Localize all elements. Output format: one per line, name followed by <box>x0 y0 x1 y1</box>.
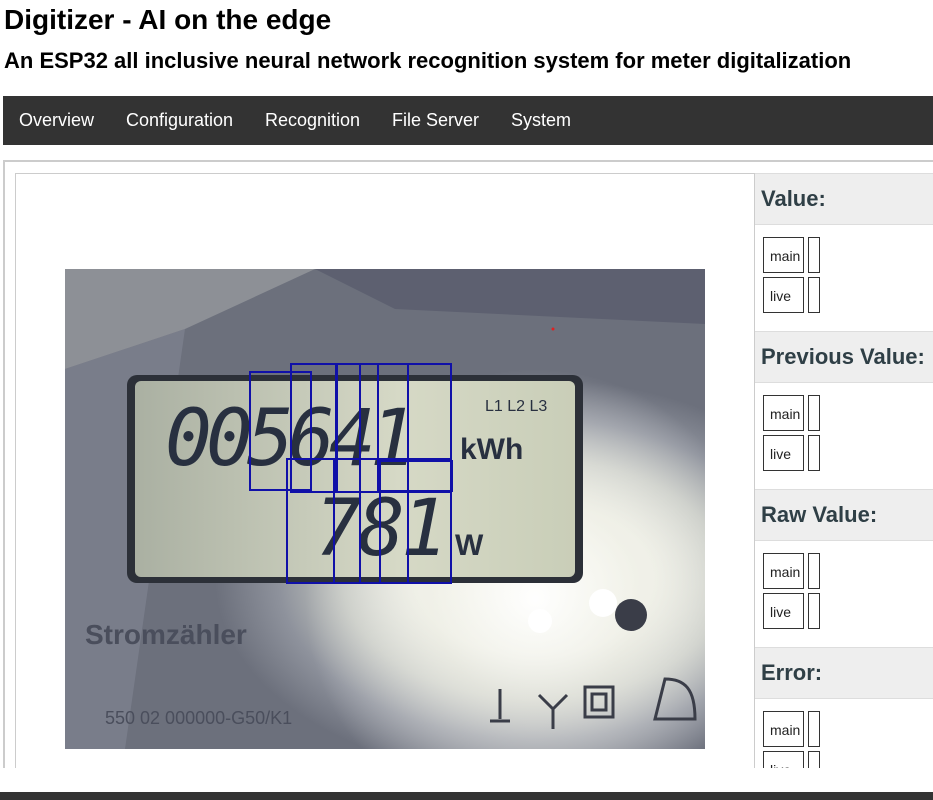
row-value <box>808 593 820 629</box>
row-value <box>808 711 820 747</box>
row-label: main <box>763 553 804 589</box>
lcd-top-unit: kWh <box>460 433 523 466</box>
row-label: main <box>763 711 804 747</box>
red-pixel <box>551 327 555 331</box>
row-label: live <box>763 751 804 768</box>
nav-system[interactable]: System <box>511 96 571 145</box>
row-label: main <box>763 237 804 273</box>
meter-led <box>528 609 552 633</box>
section-header: Raw Value: <box>755 489 933 541</box>
main-navbar: Overview Configuration Recognition File … <box>3 96 933 145</box>
lcd-phase-indicator: L1 L2 L3 <box>485 398 547 415</box>
row-value <box>808 553 820 589</box>
lcd-bottom-unit: W <box>455 529 484 562</box>
image-panel: 005641 kWh L1 L2 L3 781 W Stromzähler 55… <box>15 173 755 768</box>
section-header: Error: <box>755 647 933 699</box>
overview-frame: 005641 kWh L1 L2 L3 781 W Stromzähler 55… <box>3 160 933 768</box>
page-subtitle: An ESP32 all inclusive neural network re… <box>4 48 852 73</box>
section-title: Error: <box>761 660 823 685</box>
nav-recognition[interactable]: Recognition <box>265 96 360 145</box>
section-title: Value: <box>761 186 826 211</box>
error-section: Error: main live <box>755 647 933 768</box>
row-label: live <box>763 435 804 471</box>
nav-configuration[interactable]: Configuration <box>126 96 233 145</box>
row-value <box>808 435 820 471</box>
meter-led <box>589 589 617 617</box>
nav-overview[interactable]: Overview <box>19 96 94 145</box>
row-value <box>808 237 820 273</box>
value-section: Value: main live <box>755 173 933 331</box>
optical-port <box>615 599 647 631</box>
section-title: Previous Value: <box>761 344 925 369</box>
section-title: Raw Value: <box>761 502 878 527</box>
row-label: live <box>763 277 804 313</box>
previous-value-section: Previous Value: main live <box>755 331 933 489</box>
meter-model-label: 550 02 000000-G50/K1 <box>105 708 292 728</box>
nav-file-server[interactable]: File Server <box>392 96 479 145</box>
page-title: Digitizer - AI on the edge <box>4 4 332 35</box>
row-label: live <box>763 593 804 629</box>
row-label: main <box>763 395 804 431</box>
section-header: Value: <box>755 173 933 225</box>
footer-bar <box>0 792 933 800</box>
row-value <box>808 751 820 768</box>
row-value <box>808 277 820 313</box>
row-value <box>808 395 820 431</box>
meter-plate-label: Stromzähler <box>85 619 247 650</box>
section-header: Previous Value: <box>755 331 933 383</box>
meter-camera-image: 005641 kWh L1 L2 L3 781 W Stromzähler 55… <box>65 269 705 749</box>
values-panel: Value: main live Previous Value: main li… <box>755 173 933 768</box>
raw-value-section: Raw Value: main live <box>755 489 933 647</box>
